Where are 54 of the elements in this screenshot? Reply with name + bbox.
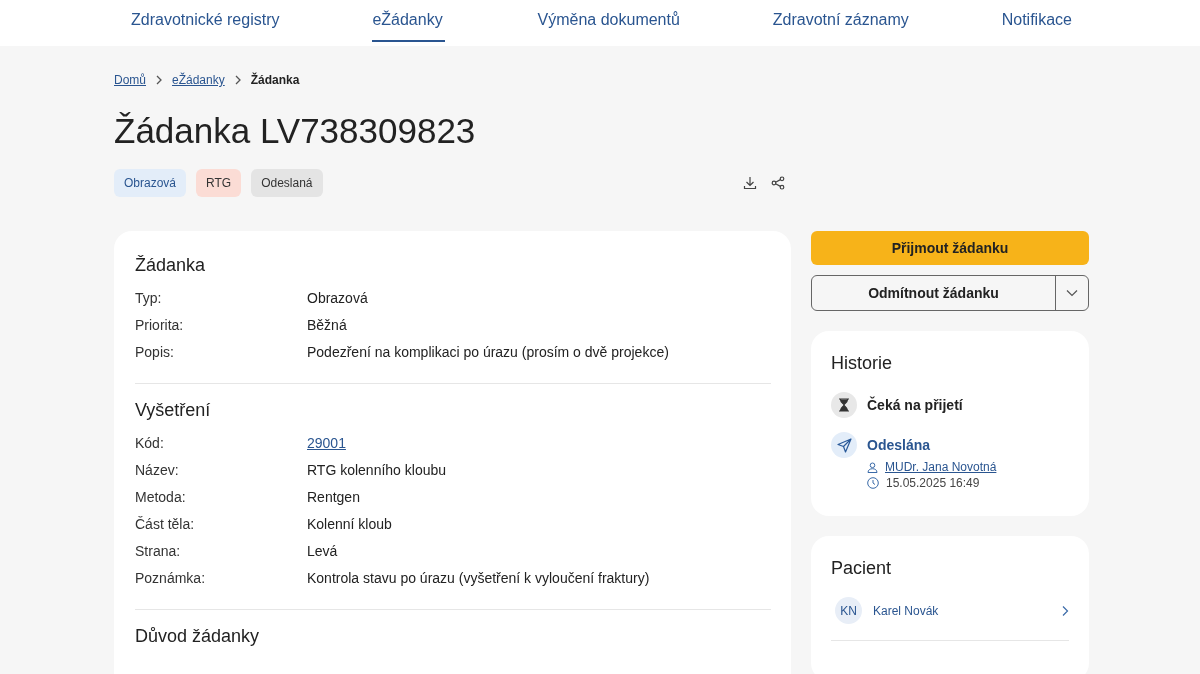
field-label: Část těla: <box>135 516 196 534</box>
caret-icon <box>1066 289 1078 297</box>
breadcrumb-link[interactable]: eŽádanky <box>172 73 225 87</box>
hourglass-icon <box>838 398 850 412</box>
timestamp: 15.05.2025 16:49 <box>886 476 980 490</box>
nav-tab[interactable]: Notifikace <box>1001 0 1072 42</box>
clock-icon <box>867 477 879 489</box>
initials-avatar: KN <box>835 597 862 624</box>
field-value: Obrazová <box>307 290 368 308</box>
send-icon <box>836 437 852 453</box>
download-icon[interactable] <box>743 176 757 190</box>
patient-name: Karel Novák <box>873 603 940 618</box>
nav-tab[interactable]: Výměna dokumentů <box>537 0 680 42</box>
nav-tab[interactable]: Zdravotní záznamy <box>772 0 909 42</box>
tag: Obrazová <box>114 169 187 197</box>
section-title: Žádanka <box>135 255 207 276</box>
nav-tab[interactable]: Zdravotnické registry <box>131 0 280 42</box>
code-link[interactable]: 29001 <box>307 435 346 462</box>
section-title: Důvod žádanky <box>135 626 261 647</box>
breadcrumb-current: Žádanka <box>250 73 300 87</box>
tag: RTG <box>196 169 242 197</box>
field-label: Kód: <box>135 435 165 453</box>
history-status: Odeslána <box>867 437 931 453</box>
field-label: Priorita: <box>135 317 185 335</box>
field-label: Typ: <box>135 290 163 308</box>
tag: Odeslaná <box>251 169 323 197</box>
field-value: Levá <box>307 543 338 561</box>
chevron-icon <box>155 75 163 85</box>
field-value: Kontrola stavu po úrazu (vyšetření k vyloučení fraktury) <box>307 570 650 588</box>
field-value: Kolenní kloub <box>307 516 392 534</box>
patient-row[interactable]: KN Karel Novák <box>831 597 1069 624</box>
accept-button[interactable]: Přijmout žádanku <box>811 231 1089 265</box>
person-icon <box>867 461 878 473</box>
chevron-icon <box>1061 604 1069 617</box>
field-label: Metoda: <box>135 489 187 507</box>
field-label: Název: <box>135 462 180 480</box>
breadcrumb-link[interactable]: Domů <box>114 73 146 87</box>
section-title: Vyšetření <box>135 400 212 421</box>
share-icon[interactable] <box>771 176 785 190</box>
reject-button[interactable]: Odmítnout žádanku <box>812 276 1055 310</box>
field-value: RTG kolenního kloubu <box>307 462 447 480</box>
card-title: Historie <box>831 353 893 374</box>
page-title: Žádanka LV738309823 <box>114 111 477 151</box>
field-label: Popis: <box>135 344 175 362</box>
history-status: Čeká na přijetí <box>867 397 963 413</box>
field-label: Poznámka: <box>135 570 207 588</box>
field-label: Strana: <box>135 543 182 561</box>
field-value: Rentgen <box>307 489 360 507</box>
field-value: Podezření na komplikaci po úrazu (prosím o dvě projekce) <box>307 344 669 362</box>
nav-tab[interactable]: eŽádanky <box>372 0 445 42</box>
field-value: Běžná <box>307 317 347 335</box>
card-title: Pacient <box>831 558 893 579</box>
author-link[interactable]: MUDr. Jana Novotná <box>885 460 997 474</box>
chevron-icon <box>233 75 242 85</box>
